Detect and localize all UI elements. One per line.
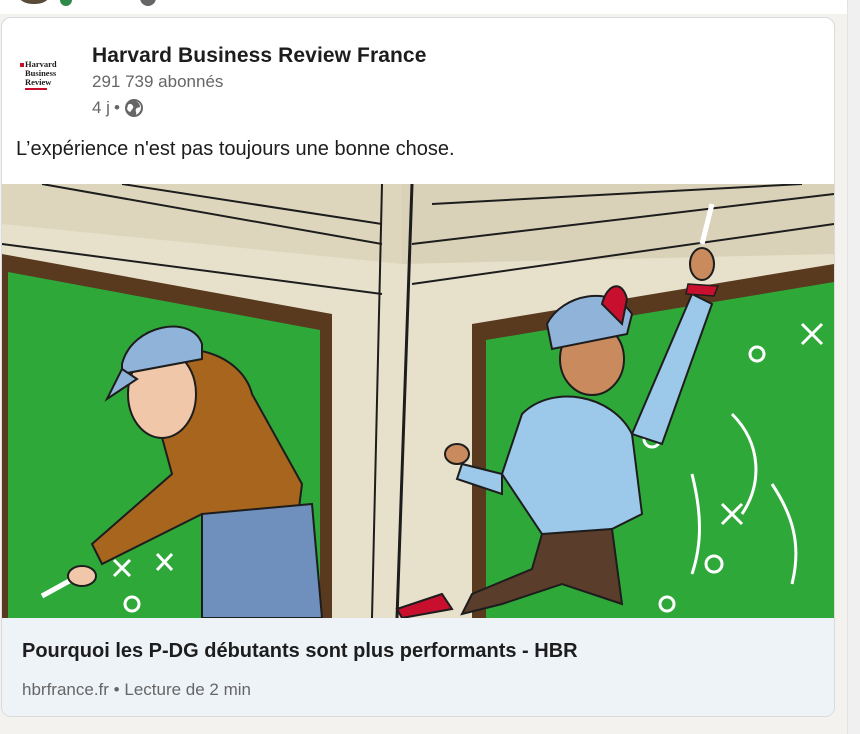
company-logo[interactable]: Harvard Business Review [16, 46, 78, 108]
hbr-logo-icon: Harvard Business Review [16, 46, 78, 108]
meta-separator: • [113, 680, 120, 699]
post-text: L’expérience n'est pas toujours une bonn… [16, 138, 455, 160]
follower-count: 291 739 abonnés [92, 72, 224, 91]
logo-line-3: Review [25, 77, 52, 87]
author-name[interactable]: Harvard Business Review France [92, 44, 427, 68]
article-image[interactable] [2, 184, 834, 618]
link-meta: hbrfrance.fr • Lecture de 2 min [22, 680, 251, 700]
page-scrollbar[interactable] [847, 0, 860, 734]
chalkboard-illustration [2, 184, 834, 618]
previous-post-fragment [0, 0, 860, 14]
status-dot [60, 0, 72, 6]
link-preview[interactable]: Pourquoi les P-DG débutants sont plus pe… [2, 618, 834, 716]
feed-post-card: Harvard Business Review Harvard Business… [1, 17, 835, 717]
globe-icon [140, 0, 156, 6]
avatar [14, 0, 54, 4]
globe-icon [124, 99, 143, 117]
reading-time: Lecture de 2 min [124, 680, 251, 699]
link-title[interactable]: Pourquoi les P-DG débutants sont plus pe… [22, 640, 578, 663]
post-meta: 4 j • [92, 98, 144, 118]
meta-separator: • [113, 98, 120, 117]
link-source: hbrfrance.fr [22, 680, 109, 699]
post-age: 4 j [92, 98, 110, 117]
